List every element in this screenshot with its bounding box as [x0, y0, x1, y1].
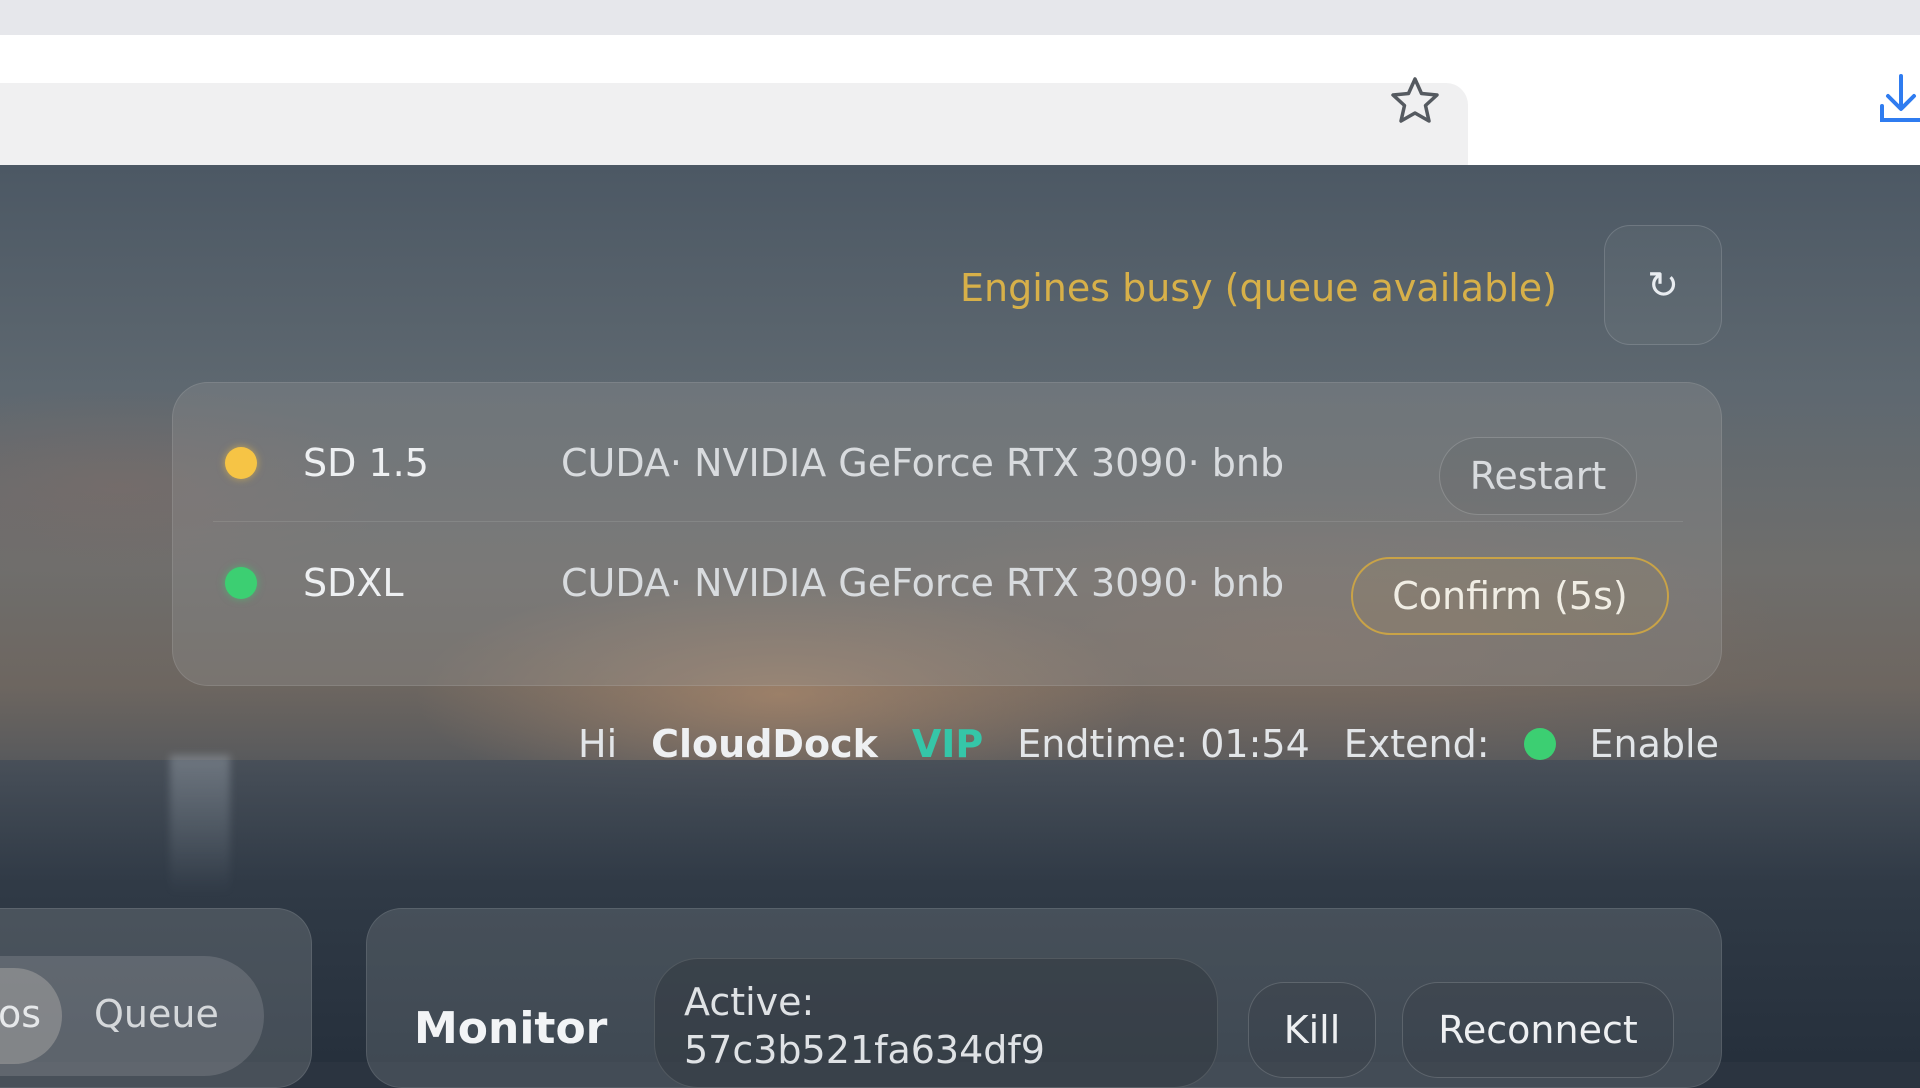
background-sun-reflection [170, 755, 230, 895]
engine-row-sd15: SD 1.5 CUDA· NVIDIA GeForce RTX 3090· bn… [213, 403, 1683, 522]
refresh-icon: ↻ [1647, 263, 1679, 307]
endtime-text: Endtime: 01:54 [1017, 722, 1310, 766]
reconnect-button[interactable]: Reconnect [1402, 982, 1674, 1078]
extend-label: Extend: [1343, 722, 1490, 766]
refresh-button[interactable]: ↻ [1604, 225, 1722, 345]
tier-badge: VIP [911, 722, 984, 766]
engine-name: SDXL [303, 561, 404, 605]
extend-value[interactable]: Enable [1590, 722, 1719, 766]
browser-tabstrip [0, 0, 1920, 35]
engine-description: CUDA· NVIDIA GeForce RTX 3090· bnb [561, 441, 1285, 485]
confirm-restart-button[interactable]: Confirm (5s) [1351, 557, 1669, 635]
greeting: Hi [578, 722, 618, 766]
tab-queue[interactable]: Queue [94, 992, 219, 1036]
engines-card: SD 1.5 CUDA· NVIDIA GeForce RTX 3090· bn… [172, 382, 1722, 686]
download-arrow-icon[interactable] [1876, 72, 1920, 126]
engine-row-sdxl: SDXL CUDA· NVIDIA GeForce RTX 3090· bnb … [213, 523, 1683, 641]
restart-button[interactable]: Restart [1439, 437, 1637, 515]
kill-button[interactable]: Kill [1248, 982, 1376, 1078]
engine-description: CUDA· NVIDIA GeForce RTX 3090· bnb [561, 561, 1285, 605]
active-session-id: 57c3b521fa634df9 [684, 1028, 1045, 1072]
monitor-title: Monitor [414, 1003, 608, 1054]
star-outline-icon[interactable] [1388, 74, 1442, 128]
browser-toolbar [0, 35, 1920, 185]
tab-jobs[interactable]: os [0, 992, 41, 1036]
extend-toggle-icon[interactable] [1523, 728, 1556, 760]
status-dot-icon [225, 447, 257, 479]
user-info-bar: Hi CloudDock VIP Endtime: 01:54 Extend: … [578, 720, 1719, 768]
engine-status-text: Engines busy (queue available) [960, 266, 1557, 310]
username: CloudDock [651, 722, 878, 766]
status-dot-icon [225, 567, 257, 599]
engine-name: SD 1.5 [303, 441, 429, 485]
active-label: Active: [684, 980, 815, 1024]
